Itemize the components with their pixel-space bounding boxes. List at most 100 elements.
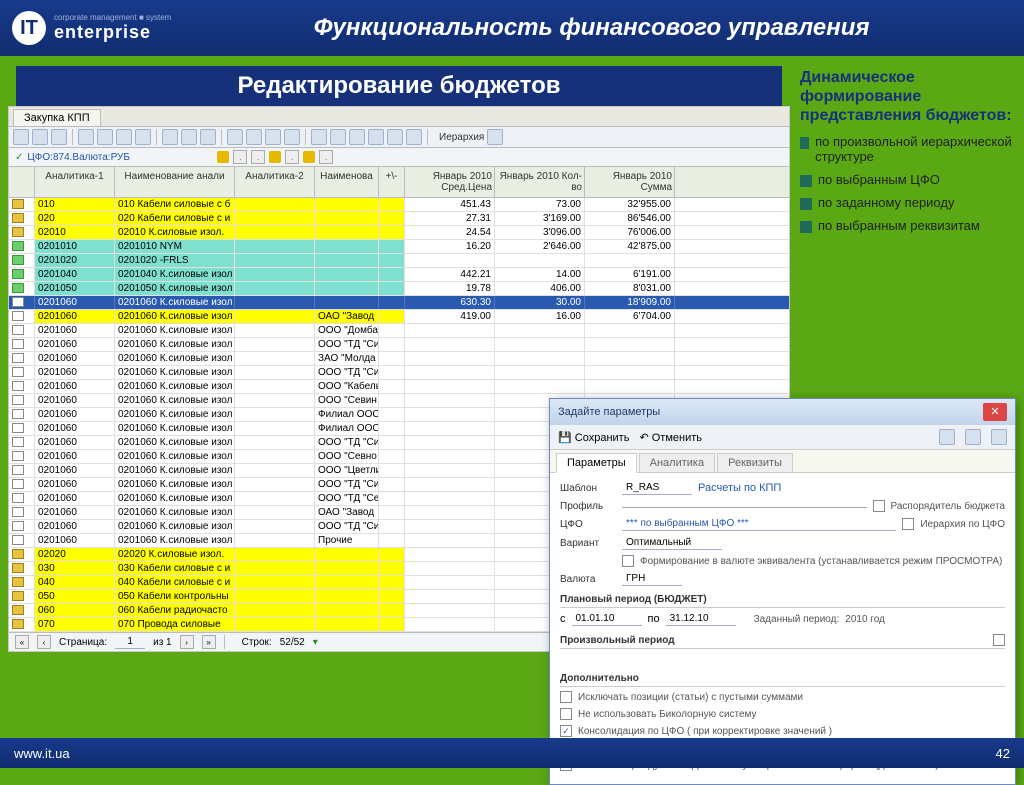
- dialog-tab[interactable]: Аналитика: [639, 453, 715, 473]
- close-icon[interactable]: ✕: [983, 403, 1007, 421]
- opt3-checkbox[interactable]: [560, 725, 572, 737]
- toolbar-icon[interactable]: [97, 129, 113, 145]
- dot-button[interactable]: .: [319, 150, 333, 164]
- toolbar-icon[interactable]: [51, 129, 67, 145]
- table-row[interactable]: 02010600201060 К.силовые изол 11ООО "Дом…: [9, 324, 789, 338]
- footer: www.it.ua 42: [0, 738, 1024, 768]
- toolbar-icon[interactable]: [78, 129, 94, 145]
- table-row[interactable]: 02010600201060 К.силовые изол 1396ООО "Т…: [9, 366, 789, 380]
- column-header[interactable]: Аналитика-2: [235, 167, 315, 197]
- filter-text: ЦФО:874.Валюта:РУБ: [27, 152, 130, 163]
- column-header[interactable]: Наименование анали: [115, 167, 235, 197]
- template-name[interactable]: Расчеты по КПП: [698, 482, 781, 494]
- page-of: из 1: [153, 637, 172, 648]
- sidebar-item: по произвольной иерархической структуре: [800, 134, 1012, 164]
- toolbar-icon[interactable]: [487, 129, 503, 145]
- table-row[interactable]: 02010100201010 NYM16.202'646.0042'875.00: [9, 240, 789, 254]
- toolbar-icon[interactable]: [349, 129, 365, 145]
- toolbar-icon[interactable]: [265, 129, 281, 145]
- row-icon: [12, 493, 24, 503]
- column-header[interactable]: Январь 2010 Кол-во: [495, 167, 585, 197]
- window-tabs: Закупка КПП: [9, 107, 789, 127]
- toolbar-icon[interactable]: [284, 129, 300, 145]
- column-header[interactable]: Январь 2010 Сумма: [585, 167, 675, 197]
- page-input[interactable]: 1: [115, 635, 145, 649]
- toolbar-icon[interactable]: [311, 129, 327, 145]
- from-date[interactable]: 01.01.10: [572, 612, 642, 626]
- row-icon: [12, 325, 24, 335]
- table-row[interactable]: 0201002010 К.силовые изол. 24.543'096.00…: [9, 226, 789, 240]
- table-row[interactable]: 02010600201060 К.силовые изол 17354ООО "…: [9, 380, 789, 394]
- toolbar-icon[interactable]: [32, 129, 48, 145]
- table-row[interactable]: 02010400201040 К.силовые изол442.2114.00…: [9, 268, 789, 282]
- row-icon: [12, 409, 24, 419]
- column-header[interactable]: +\-: [379, 167, 405, 197]
- rows-value: 52/52: [280, 637, 305, 648]
- toolbar: Иерархия: [9, 127, 789, 148]
- table-row[interactable]: 02010600201060 К.силовые изол 12ЗАО "Мол…: [9, 352, 789, 366]
- lock-icon[interactable]: [269, 151, 281, 163]
- currency-checkbox[interactable]: [622, 555, 634, 567]
- table-row[interactable]: 020020 Кабели силовые с и27.313'169.0086…: [9, 212, 789, 226]
- cfo-value[interactable]: *** по выбранным ЦФО ***: [622, 517, 896, 531]
- nav-first[interactable]: «: [15, 635, 29, 649]
- column-header[interactable]: Наименова: [315, 167, 379, 197]
- toolbar-icon[interactable]: [965, 429, 981, 445]
- toolbar-icon[interactable]: [387, 129, 403, 145]
- toolbar-icon[interactable]: [330, 129, 346, 145]
- profile-checkbox[interactable]: [873, 500, 885, 512]
- toolbar-icon[interactable]: [13, 129, 29, 145]
- table-row[interactable]: 02010600201060 К.силовые изол 10ОАО "Зав…: [9, 310, 789, 324]
- lock-icon[interactable]: [303, 151, 315, 163]
- table-row[interactable]: 010010 Кабели силовые с б451.4373.0032'9…: [9, 198, 789, 212]
- toolbar-icon[interactable]: [181, 129, 197, 145]
- table-row[interactable]: 02010600201060 К.силовые изол630.3030.00…: [9, 296, 789, 310]
- toolbar-icon[interactable]: [406, 129, 422, 145]
- toolbar-icon[interactable]: [227, 129, 243, 145]
- profile-input[interactable]: [622, 505, 867, 508]
- dot-button[interactable]: .: [233, 150, 247, 164]
- to-date[interactable]: 31.12.10: [666, 612, 736, 626]
- tab-active[interactable]: Закупка КПП: [13, 109, 101, 126]
- table-row[interactable]: 02010200201020 -FRLS: [9, 254, 789, 268]
- template-code[interactable]: R_RAS: [622, 481, 692, 495]
- dialog-tab[interactable]: Параметры: [556, 453, 637, 473]
- cfo-checkbox[interactable]: [902, 518, 914, 530]
- arb-checkbox[interactable]: [993, 634, 1005, 646]
- nav-prev[interactable]: ‹: [37, 635, 51, 649]
- bullet-icon: [800, 175, 812, 187]
- opt3-label: Консолидация по ЦФО ( при корректировке …: [578, 726, 832, 737]
- variant-select[interactable]: Оптимальный: [622, 536, 722, 550]
- toolbar-icon[interactable]: [200, 129, 216, 145]
- table-row[interactable]: 02010600201060 К.силовые изол 1135ООО "Т…: [9, 338, 789, 352]
- cancel-button[interactable]: ↶ Отменить: [639, 431, 702, 444]
- section-title: Редактирование бюджетов: [16, 66, 782, 106]
- opt2-checkbox[interactable]: [560, 708, 572, 720]
- toolbar-icon[interactable]: [162, 129, 178, 145]
- toolbar-icon[interactable]: [991, 429, 1007, 445]
- toolbar-icon[interactable]: [368, 129, 384, 145]
- toolbar-icon[interactable]: [116, 129, 132, 145]
- table-row[interactable]: 02010500201050 К.силовые изол19.78406.00…: [9, 282, 789, 296]
- opt1-checkbox[interactable]: [560, 691, 572, 703]
- row-icon: [12, 605, 24, 615]
- valuta-select[interactable]: ГРН: [622, 572, 682, 586]
- toolbar-icon[interactable]: [939, 429, 955, 445]
- cfo-label: ЦФО: [560, 519, 616, 530]
- save-button[interactable]: 💾 Сохранить: [558, 431, 629, 444]
- lock-icon[interactable]: [217, 151, 229, 163]
- row-icon: [12, 269, 24, 279]
- dot-button[interactable]: .: [285, 150, 299, 164]
- nav-next[interactable]: ›: [180, 635, 194, 649]
- toolbar-icon[interactable]: [135, 129, 151, 145]
- nav-last[interactable]: »: [202, 635, 216, 649]
- row-icon: [12, 297, 24, 307]
- dot-button[interactable]: .: [251, 150, 265, 164]
- column-header[interactable]: Январь 2010 Сред.Цена: [405, 167, 495, 197]
- row-icon: [12, 255, 24, 265]
- dialog-tab[interactable]: Реквизиты: [717, 453, 793, 473]
- opt2-label: Не использовать Биколорную систему: [578, 709, 757, 720]
- toolbar-icon[interactable]: [246, 129, 262, 145]
- row-icon: [12, 591, 24, 601]
- column-header[interactable]: Аналитика-1: [35, 167, 115, 197]
